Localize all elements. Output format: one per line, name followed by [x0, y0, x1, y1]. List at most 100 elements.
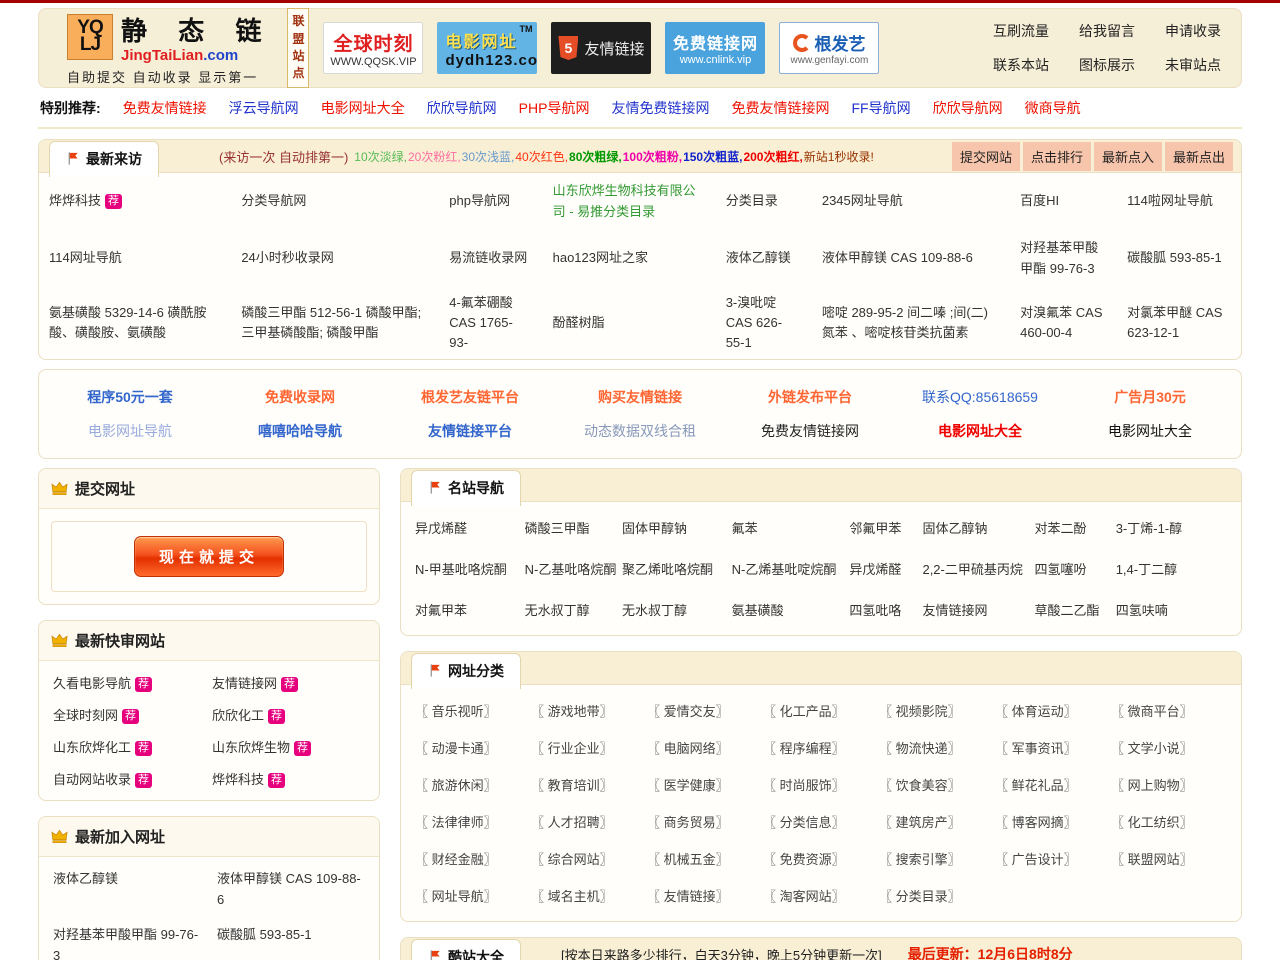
famous-site-link[interactable]: 2,2-二甲硫基丙烷	[922, 559, 1034, 578]
category-link[interactable]: 〖 域名主机〗	[531, 886, 647, 905]
category-link[interactable]: 〖 人才招聘〗	[531, 812, 647, 831]
special-nav-link[interactable]: FF导航网	[851, 98, 910, 118]
category-link[interactable]: 〖 建筑房产〗	[879, 812, 995, 831]
category-link[interactable]: 〖 网址导航〗	[415, 886, 531, 905]
category-link[interactable]: 〖 机械五金〗	[647, 849, 763, 868]
category-link[interactable]: 〖 博客网摘〗	[995, 812, 1111, 831]
visitor-site-link[interactable]: 山东欣烨生物科技有限公司 - 易推分类目录	[553, 183, 696, 218]
category-link[interactable]: 〖 网上购物〗	[1111, 775, 1227, 794]
visitor-site-link[interactable]: 114网址导航	[49, 250, 122, 265]
tab-cool-sites[interactable]: 酷站大全	[411, 938, 521, 960]
ad-link[interactable]: 免费收录网	[215, 387, 385, 407]
visitor-site-link[interactable]: 嘧啶 289-95-2 间二嗪 ;间(二)氮苯 、嘧啶核苷类抗菌素	[822, 305, 988, 340]
tab-categories[interactable]: 网址分类	[411, 652, 521, 689]
visitor-site-link[interactable]: 114啦网址导航	[1127, 193, 1213, 208]
category-link[interactable]: 〖 爱情交友〗	[647, 701, 763, 720]
category-link[interactable]: 〖 文学小说〗	[1111, 738, 1227, 757]
category-link[interactable]: 〖 友情链接〗	[647, 886, 763, 905]
category-link[interactable]: 〖 饮食美容〗	[879, 775, 995, 794]
banner-qqsk[interactable]: 全球时刻 WWW.QQSK.VIP	[323, 22, 424, 74]
visitor-site-link[interactable]: 液体乙醇镁	[726, 250, 791, 265]
newly-added-site-link[interactable]: 对羟基苯甲酸甲酯 99-76-3	[53, 925, 201, 960]
tab-latest-visitors[interactable]: 最新来访	[49, 140, 159, 177]
famous-site-link[interactable]: 对氟甲苯	[415, 600, 525, 619]
category-link[interactable]: 〖 教育培训〗	[531, 775, 647, 794]
banner-html5-links[interactable]: 5 友情链接	[551, 22, 652, 74]
ad-link[interactable]: 外链发布平台	[725, 387, 895, 407]
visitor-site-link[interactable]: 易流链收录网	[449, 250, 527, 265]
special-nav-link[interactable]: 欣欣导航网	[427, 98, 497, 118]
visitor-site-link[interactable]: 氨基磺酸 5329-14-6 磺酰胺酸、磺酸胺、氨磺酸	[49, 305, 207, 340]
visitor-site-link[interactable]: 碳酸胍 593-85-1	[1127, 250, 1222, 265]
famous-site-link[interactable]: 氨基磺酸	[732, 600, 850, 619]
category-link[interactable]: 〖 视频影院〗	[879, 701, 995, 720]
visitor-site-link[interactable]: 分类目录	[726, 193, 778, 208]
famous-site-link[interactable]: N-乙基吡咯烷酮	[525, 559, 622, 578]
visitor-site-link[interactable]: 百度HI	[1020, 193, 1059, 208]
fast-review-site-link[interactable]: 全球时刻网	[53, 708, 118, 723]
category-link[interactable]: 〖 财经金融〗	[415, 849, 531, 868]
visitor-site-link[interactable]: 分类导航网	[241, 193, 306, 208]
category-link[interactable]: 〖 游戏地带〗	[531, 701, 647, 720]
visitors-action-button[interactable]: 点击排行	[1022, 141, 1091, 171]
visitor-site-link[interactable]: 4-氟苯硼酸 CAS 1765-93-	[449, 295, 513, 350]
visitor-site-link[interactable]: 对溴氟苯 CAS 460-00-4	[1020, 305, 1102, 340]
ad-link[interactable]: 免费友情链接网	[725, 421, 895, 441]
visitors-action-button[interactable]: 最新点出	[1164, 141, 1233, 171]
category-link[interactable]: 〖 商务贸易〗	[647, 812, 763, 831]
visitor-site-link[interactable]: 烨烨科技	[49, 193, 101, 208]
submit-now-button[interactable]: 现在就提交	[134, 536, 284, 578]
category-link[interactable]: 〖 物流快递〗	[879, 738, 995, 757]
famous-site-link[interactable]: 固体甲醇钠	[622, 518, 732, 537]
famous-site-link[interactable]: 异戊烯醛	[415, 518, 525, 537]
header-quick-link[interactable]: 未审站点	[1165, 55, 1221, 75]
famous-site-link[interactable]: 邻氟甲苯	[849, 518, 922, 537]
category-link[interactable]: 〖 免费资源〗	[763, 849, 879, 868]
special-nav-link[interactable]: 免费友情链接网	[731, 98, 829, 118]
category-link[interactable]: 〖 综合网站〗	[531, 849, 647, 868]
logo[interactable]: YQ LJ 静 态 链 JingTaiLian.com 自助提交 自动收录 显示…	[67, 11, 273, 86]
fast-review-site-link[interactable]: 山东欣烨生物	[212, 740, 290, 755]
visitor-site-link[interactable]: 2345网址导航	[822, 193, 903, 208]
special-nav-link[interactable]: 欣欣导航网	[933, 98, 1003, 118]
ad-link[interactable]: 购买友情链接	[555, 387, 725, 407]
category-link[interactable]: 〖 旅游休闲〗	[415, 775, 531, 794]
header-quick-link[interactable]: 申请收录	[1165, 21, 1221, 41]
visitor-site-link[interactable]: 对羟基苯甲酸甲酯 99-76-3	[1020, 240, 1098, 275]
visitors-action-button[interactable]: 提交网站	[951, 141, 1020, 171]
visitor-site-link[interactable]: 酚醛树脂	[553, 315, 605, 330]
famous-site-link[interactable]: 异戊烯醛	[849, 559, 922, 578]
famous-site-link[interactable]: 固体乙醇钠	[922, 518, 1034, 537]
special-nav-link[interactable]: 电影网址大全	[321, 98, 405, 118]
category-link[interactable]: 〖 音乐视听〗	[415, 701, 531, 720]
category-link[interactable]: 〖 动漫卡通〗	[415, 738, 531, 757]
special-nav-link[interactable]: 友情免费链接网	[611, 98, 709, 118]
famous-site-link[interactable]: 四氢呋喃	[1116, 600, 1227, 619]
category-link[interactable]: 〖 体育运动〗	[995, 701, 1111, 720]
ad-link[interactable]: 友情链接平台	[385, 421, 555, 441]
category-link[interactable]: 〖 分类目录〗	[879, 886, 995, 905]
category-link[interactable]: 〖 搜索引擎〗	[879, 849, 995, 868]
fast-review-site-link[interactable]: 久看电影导航	[53, 676, 131, 691]
ad-link[interactable]: 电影网址导航	[45, 421, 215, 441]
special-nav-link[interactable]: PHP导航网	[519, 98, 590, 118]
category-link[interactable]: 〖 鲜花礼品〗	[995, 775, 1111, 794]
category-link[interactable]: 〖 电脑网络〗	[647, 738, 763, 757]
ad-link[interactable]: 电影网址大全	[895, 421, 1065, 441]
famous-site-link[interactable]: 友情链接网	[922, 600, 1034, 619]
famous-site-link[interactable]: 3-丁烯-1-醇	[1116, 518, 1227, 537]
ad-link[interactable]: 广告月30元	[1065, 387, 1235, 407]
visitor-site-link[interactable]: 对氯苯甲醚 CAS 623-12-1	[1127, 305, 1222, 340]
fast-review-site-link[interactable]: 友情链接网	[212, 676, 277, 691]
category-link[interactable]: 〖 程序编程〗	[763, 738, 879, 757]
category-link[interactable]: 〖 广告设计〗	[995, 849, 1111, 868]
ad-link[interactable]: 联系QQ:85618659	[895, 387, 1065, 407]
special-nav-link[interactable]: 浮云导航网	[229, 98, 299, 118]
newly-added-site-link[interactable]: 液体甲醇镁 CAS 109-88-6	[217, 869, 365, 911]
famous-site-link[interactable]: 1,4-丁二醇	[1116, 559, 1227, 578]
visitor-site-link[interactable]: hao123网址之家	[553, 250, 648, 265]
category-link[interactable]: 〖 淘客网站〗	[763, 886, 879, 905]
header-quick-link[interactable]: 联系本站	[993, 55, 1049, 75]
visitor-site-link[interactable]: 液体甲醇镁 CAS 109-88-6	[822, 250, 973, 265]
fast-review-site-link[interactable]: 欣欣化工	[212, 708, 264, 723]
